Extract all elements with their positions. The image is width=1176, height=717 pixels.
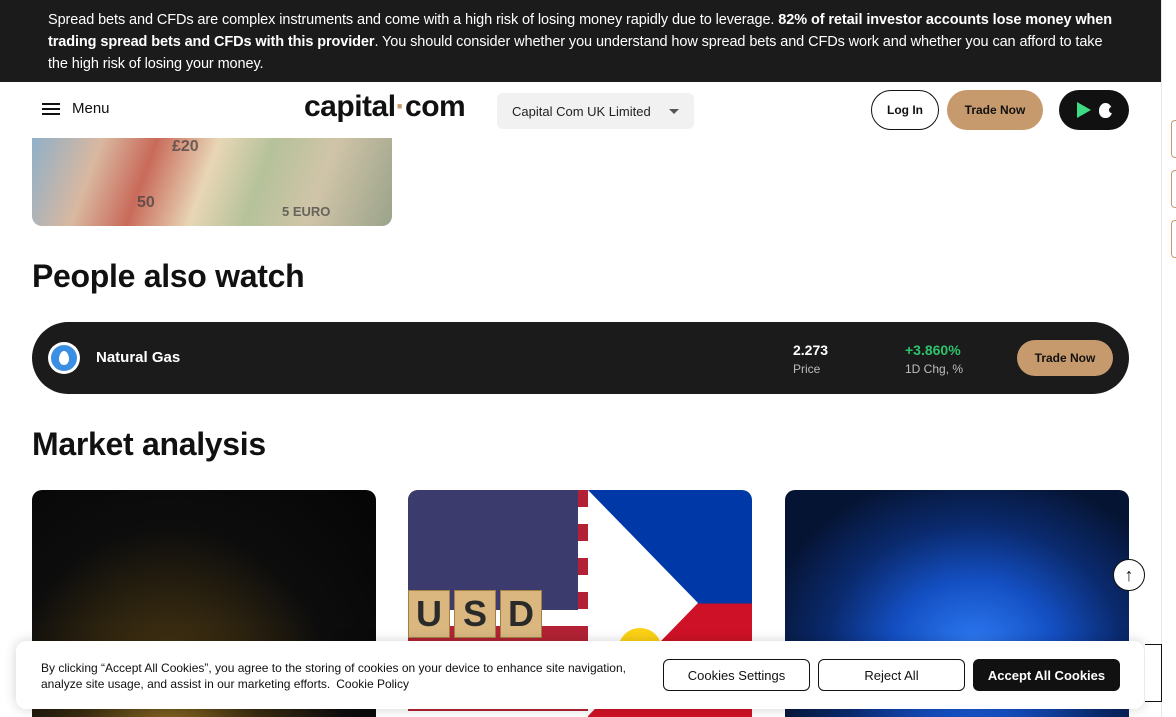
letter-block: D bbox=[500, 590, 542, 638]
currency-notes-image: £20 50 5 EURO bbox=[32, 138, 392, 226]
side-tab[interactable] bbox=[1171, 120, 1176, 158]
watch-item-natural-gas[interactable]: Natural Gas 2.273 Price +3.860% 1D Chg, … bbox=[32, 322, 1129, 394]
entity-select[interactable]: Capital Com UK Limited bbox=[497, 93, 694, 129]
cookie-text: By clicking “Accept All Cookies”, you ag… bbox=[41, 660, 641, 692]
market-analysis-title: Market analysis bbox=[32, 426, 266, 462]
letter-block: U bbox=[408, 590, 450, 638]
asset-name[interactable]: Natural Gas bbox=[96, 349, 180, 366]
note-label: £20 bbox=[172, 138, 199, 155]
caret-down-icon bbox=[669, 108, 679, 114]
people-also-watch-title: People also watch bbox=[32, 258, 305, 294]
cookies-settings-button[interactable]: Cookies Settings bbox=[663, 659, 810, 691]
risk-warning-banner: Spread bets and CFDs are complex instrum… bbox=[0, 0, 1161, 82]
app-download-button[interactable] bbox=[1059, 90, 1129, 130]
hamburger-icon bbox=[42, 102, 60, 116]
cookie-policy-link[interactable]: Cookie Policy bbox=[336, 677, 409, 691]
login-button[interactable]: Log In bbox=[871, 90, 939, 130]
note-label: 5 EURO bbox=[282, 204, 331, 219]
scroll-to-top-button[interactable]: ↑ bbox=[1113, 559, 1145, 591]
arrow-up-icon: ↑ bbox=[1124, 564, 1134, 585]
flame-icon bbox=[48, 342, 80, 374]
cookie-message: By clicking “Accept All Cookies”, you ag… bbox=[41, 661, 626, 691]
letter-block: S bbox=[454, 590, 496, 638]
reject-all-button[interactable]: Reject All bbox=[818, 659, 965, 691]
menu-button[interactable]: Menu bbox=[42, 100, 110, 117]
side-widget[interactable] bbox=[1145, 644, 1162, 702]
price-value: 2.273 bbox=[793, 342, 829, 358]
apple-icon bbox=[1098, 102, 1114, 118]
site-header: Menu capital·com Capital Com UK Limited … bbox=[0, 82, 1161, 138]
price-label: Price bbox=[793, 362, 821, 376]
entity-select-value: Capital Com UK Limited bbox=[512, 103, 651, 119]
google-play-icon bbox=[1076, 102, 1091, 118]
change-value: +3.860% bbox=[905, 342, 961, 358]
side-tab[interactable] bbox=[1171, 170, 1176, 208]
accept-all-cookies-button[interactable]: Accept All Cookies bbox=[973, 659, 1120, 691]
note-label: 50 bbox=[137, 194, 155, 211]
page-edge-strip bbox=[1161, 0, 1176, 717]
trade-now-button[interactable]: Trade Now bbox=[1017, 340, 1113, 376]
risk-warning-text: Spread bets and CFDs are complex instrum… bbox=[48, 12, 779, 28]
cookie-consent-banner: By clicking “Accept All Cookies”, you ag… bbox=[16, 641, 1144, 709]
side-tab[interactable] bbox=[1171, 220, 1176, 258]
capital-com-logo[interactable]: capital·com bbox=[304, 90, 466, 124]
trade-now-button[interactable]: Trade Now bbox=[947, 90, 1043, 130]
menu-label: Menu bbox=[72, 100, 110, 117]
change-label: 1D Chg, % bbox=[905, 362, 964, 376]
usd-letter-blocks: U S D bbox=[408, 590, 542, 638]
